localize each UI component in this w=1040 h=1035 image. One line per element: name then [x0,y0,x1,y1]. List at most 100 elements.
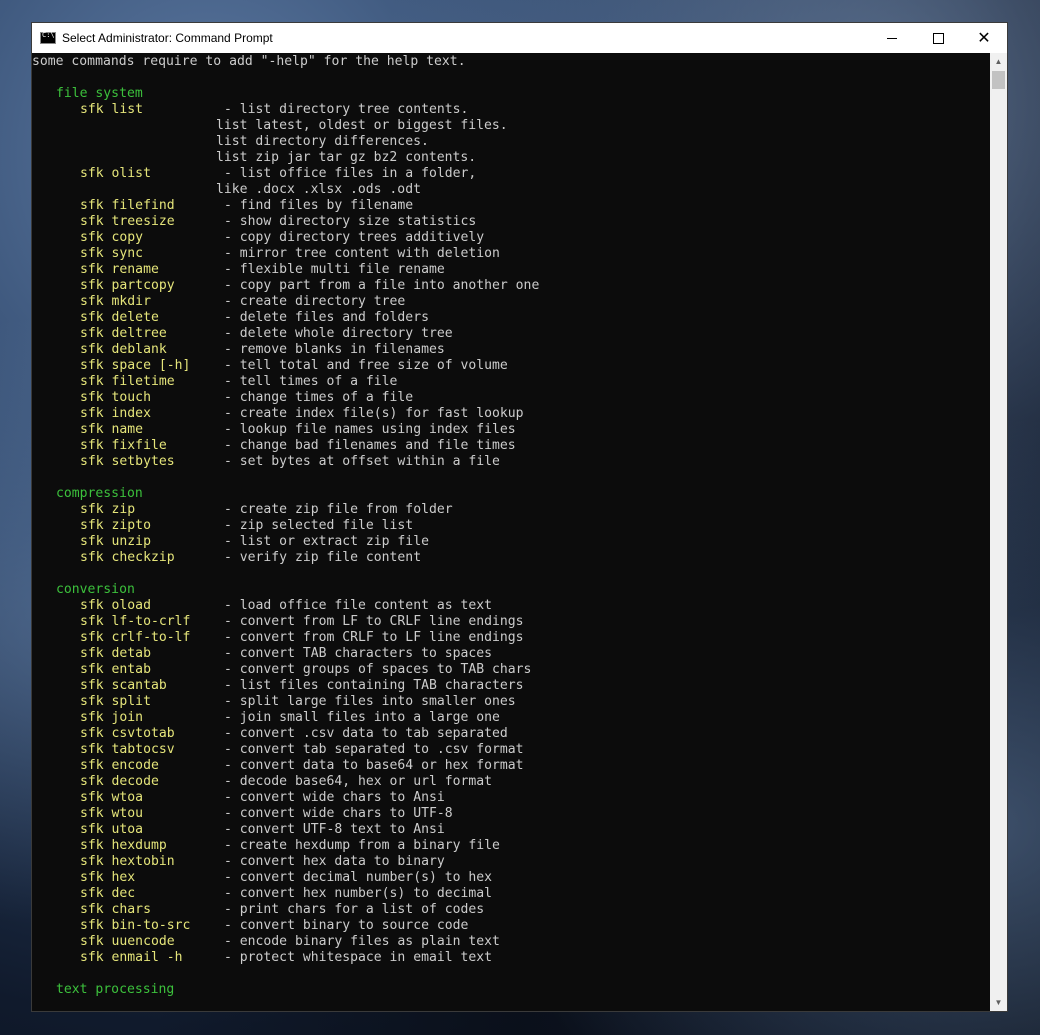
command-row: sfk scantab - list files containing TAB c… [32,678,990,694]
command-description: - convert wide chars to Ansi [224,790,445,805]
command-row: sfk treesize - show directory size statis… [32,214,990,230]
command-description: - copy directory trees additively [224,230,485,245]
command-description: - delete files and folders [224,310,429,325]
command-name: sfk uuencode [80,934,175,949]
minimize-button[interactable] [869,23,915,53]
command-name: sfk dec [80,886,136,901]
command-row: sfk hex - convert decimal number(s) to he… [32,870,990,886]
command-row: sfk uuencode - encode binary files as pla… [32,934,990,950]
command-name: sfk bin-to-src [80,918,191,933]
vertical-scrollbar[interactable]: ▲ ▼ [990,53,1007,1011]
section-header: compression [56,486,143,501]
close-button[interactable]: ✕ [961,23,1007,53]
command-description: - create directory tree [224,294,406,309]
command-row: sfk crlf-to-lf - convert from CRLF to LF … [32,630,990,646]
command-description: - convert .csv data to tab separated [224,726,508,741]
description-continuation: list latest, oldest or biggest files. [216,118,508,133]
command-name: sfk lf-to-crlf [80,614,191,629]
scrollbar-thumb[interactable] [992,71,1005,89]
command-description: - list office files in a folder, [224,166,477,181]
command-row: sfk encode - convert data to base64 or he… [32,758,990,774]
command-row: sfk filetime - tell times of a file [32,374,990,390]
command-row: sfk entab - convert groups of spaces to T… [32,662,990,678]
command-name: sfk olist [80,166,151,181]
command-name: sfk name [80,422,144,437]
command-name: sfk unzip [80,534,151,549]
description-continuation: list directory differences. [216,134,429,149]
command-prompt-window[interactable]: Select Administrator: Command Prompt ✕ s… [31,22,1008,1012]
scroll-up-button[interactable]: ▲ [990,53,1007,70]
command-row: sfk hextobin - convert hex data to binary [32,854,990,870]
command-description: - convert hex number(s) to decimal [224,886,493,901]
command-name: sfk hexdump [80,838,167,853]
command-description: - convert groups of spaces to TAB chars [224,662,532,677]
command-description: - zip selected file list [224,518,414,533]
minimize-icon [887,37,897,39]
command-description: - verify zip file content [224,550,422,565]
command-name: sfk filefind [80,198,175,213]
command-name: sfk enmail -h [80,950,183,965]
description-continuation: like .docx .xlsx .ods .odt [216,182,421,197]
command-row: sfk setbytes - set bytes at offset within… [32,454,990,470]
command-row: sfk index - create index file(s) for fast… [32,406,990,422]
command-name: sfk deblank [80,342,167,357]
console-app-icon[interactable] [40,31,56,44]
command-description: - create index file(s) for fast lookup [224,406,524,421]
command-name: sfk fixfile [80,438,167,453]
command-description: - lookup file names using index files [224,422,516,437]
command-row: sfk csvtotab - convert .csv data to tab s… [32,726,990,742]
command-description: - set bytes at offset within a file [224,454,500,469]
command-name: sfk rename [80,262,159,277]
command-name: sfk copy [80,230,144,245]
command-description: - convert wide chars to UTF-8 [224,806,453,821]
command-name: sfk scantab [80,678,167,693]
command-description: - load office file content as text [224,598,493,613]
command-name: sfk delete [80,310,159,325]
maximize-button[interactable] [915,23,961,53]
command-description: - delete whole directory tree [224,326,453,341]
command-name: sfk mkdir [80,294,151,309]
command-name: sfk utoa [80,822,144,837]
command-description: - flexible multi file rename [224,262,445,277]
command-name: sfk zipto [80,518,151,533]
command-description: - print chars for a list of codes [224,902,485,917]
command-name: sfk oload [80,598,151,613]
command-row: sfk unzip - list or extract zip file [32,534,990,550]
command-description: - change bad filenames and file times [224,438,516,453]
command-description: - join small files into a large one [224,710,500,725]
window-controls: ✕ [869,23,1007,53]
command-description: - encode binary files as plain text [224,934,500,949]
title-bar[interactable]: Select Administrator: Command Prompt ✕ [32,23,1007,53]
command-description: - tell times of a file [224,374,398,389]
command-name: sfk wtoa [80,790,144,805]
command-description: - copy part from a file into another one [224,278,540,293]
scroll-down-button[interactable]: ▼ [990,994,1007,1011]
command-name: sfk entab [80,662,151,677]
command-description: - protect whitespace in email text [224,950,493,965]
command-name: sfk space [-h] [80,358,191,373]
command-description: - create hexdump from a binary file [224,838,500,853]
command-description: - tell total and free size of volume [224,358,508,373]
command-row: sfk utoa - convert UTF-8 text to Ansi [32,822,990,838]
command-row: sfk rename - flexible multi file rename [32,262,990,278]
section-header: text processing [56,982,175,997]
command-row: sfk deblank - remove blanks in filenames [32,342,990,358]
command-name: sfk checkzip [80,550,175,565]
command-description: - find files by filename [224,198,414,213]
command-description: - split large files into smaller ones [224,694,516,709]
close-icon: ✕ [977,30,991,47]
command-row: sfk zipto - zip selected file list [32,518,990,534]
command-name: sfk encode [80,758,159,773]
console-output[interactable]: some commands require to add "-help" for… [32,53,990,1011]
command-description: - convert binary to source code [224,918,469,933]
command-row: sfk checkzip - verify zip file content [32,550,990,566]
command-row: sfk list - list directory tree contents. [32,102,990,118]
command-row: sfk touch - change times of a file [32,390,990,406]
command-row: sfk enmail -h - protect whitespace in ema… [32,950,990,966]
command-row: sfk olist - list office files in a folder… [32,166,990,182]
command-name: sfk join [80,710,144,725]
